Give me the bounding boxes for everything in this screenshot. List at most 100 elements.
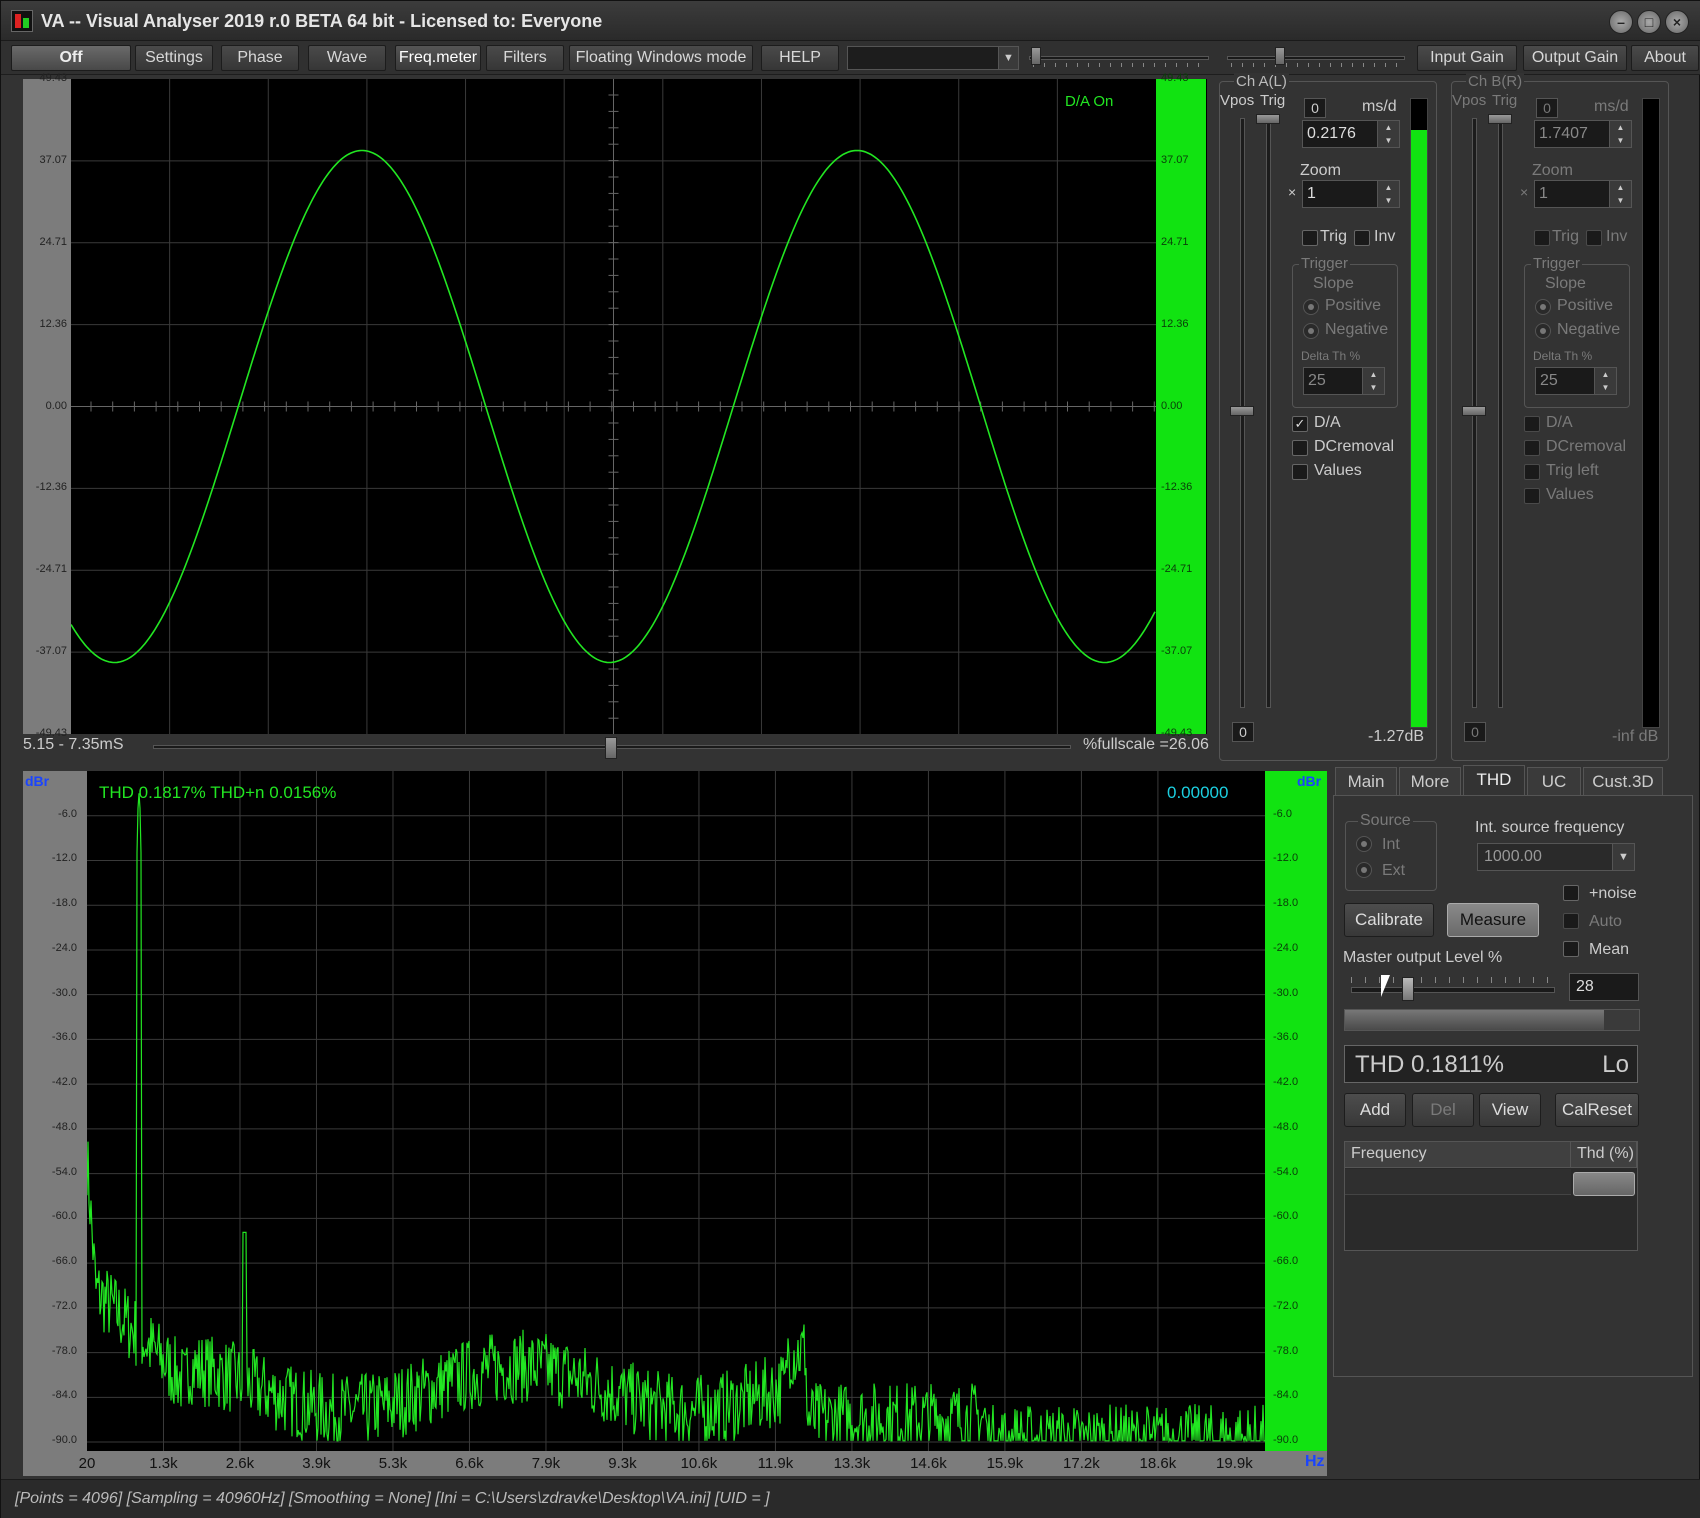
tab-thd[interactable]: THD <box>1463 765 1525 797</box>
chevron-down-icon[interactable]: ▼ <box>998 47 1018 69</box>
about-button[interactable]: About <box>1631 45 1699 71</box>
table-cell-button[interactable] <box>1573 1172 1635 1196</box>
slider-thumb[interactable] <box>1031 47 1041 65</box>
spin-down-icon[interactable]: ▼ <box>1377 194 1399 207</box>
spectrum-y-tick-left: -18.0 <box>51 897 77 910</box>
int-freq-select[interactable]: 1000.00 ▼ <box>1477 843 1635 871</box>
tab-cust3d[interactable]: Cust.3D <box>1583 767 1663 797</box>
add-button[interactable]: Add <box>1344 1093 1406 1127</box>
da-checkbox[interactable]: ✓ <box>1292 416 1308 432</box>
input-gain-button[interactable]: Input Gain <box>1417 45 1517 71</box>
negative-radio[interactable] <box>1303 323 1319 339</box>
input-gain-slider[interactable] <box>1029 47 1209 69</box>
values-checkbox[interactable] <box>1292 464 1308 480</box>
tab-main[interactable]: Main <box>1335 767 1397 797</box>
dbr-right-label: dBr <box>1297 773 1322 789</box>
ext-radio[interactable] <box>1356 862 1372 878</box>
vpos-thumb[interactable] <box>1462 406 1486 416</box>
trig-checkbox[interactable] <box>1302 230 1318 246</box>
view-button[interactable]: View <box>1479 1093 1541 1127</box>
help-button[interactable]: HELP <box>761 45 839 71</box>
trig-track[interactable] <box>1266 118 1271 708</box>
wave-button[interactable]: Wave <box>308 45 386 71</box>
zero-bottom-button[interactable]: 0 <box>1232 722 1254 742</box>
zoom-spinner[interactable]: 1 ▲ ▼ <box>1534 180 1632 208</box>
positive-radio[interactable] <box>1535 299 1551 315</box>
vpos-thumb[interactable] <box>1230 406 1254 416</box>
thd-column-header[interactable]: Thd (%) <box>1571 1142 1637 1168</box>
off-button[interactable]: Off <box>11 45 131 71</box>
output-gain-button[interactable]: Output Gain <box>1523 45 1627 71</box>
zero-button[interactable]: 0 <box>1536 98 1558 118</box>
toolbar-combo[interactable]: ▼ <box>847 46 1019 70</box>
scope-y-tick-right: 37.07 <box>1161 153 1189 166</box>
zoom-spinner[interactable]: 1 ▲ ▼ <box>1302 180 1400 208</box>
spectrum-plot[interactable] <box>87 771 1265 1451</box>
dcremoval-checkbox[interactable] <box>1292 440 1308 456</box>
floating-windows-button[interactable]: Floating Windows mode <box>569 45 753 71</box>
values-checkbox[interactable] <box>1524 488 1540 504</box>
da-checkbox[interactable] <box>1524 416 1540 432</box>
tab-more[interactable]: More <box>1399 767 1461 797</box>
calreset-button[interactable]: CalReset <box>1555 1093 1639 1127</box>
spin-up-icon[interactable]: ▲ <box>1609 181 1631 194</box>
slider-ticks <box>1231 63 1401 67</box>
dcremoval-checkbox[interactable] <box>1524 440 1540 456</box>
inv-checkbox[interactable] <box>1586 230 1602 246</box>
auto-checkbox[interactable] <box>1563 913 1579 929</box>
mean-checkbox[interactable] <box>1563 941 1579 957</box>
master-level-thumb[interactable] <box>1402 977 1414 1001</box>
spin-up-icon[interactable]: ▲ <box>1609 121 1631 134</box>
scope-plot[interactable] <box>71 79 1156 734</box>
measure-button[interactable]: Measure <box>1447 903 1539 937</box>
spectrum-x-tick: 18.6k <box>1139 1455 1177 1472</box>
filters-button[interactable]: Filters <box>486 45 564 71</box>
slider-ticks <box>1033 63 1205 67</box>
inv-checkbox[interactable] <box>1354 230 1370 246</box>
trig-track[interactable] <box>1498 118 1503 708</box>
positive-radio[interactable] <box>1303 299 1319 315</box>
spin-down-icon[interactable]: ▼ <box>1594 381 1616 394</box>
scope-scroll-thumb[interactable] <box>605 737 617 759</box>
close-button[interactable]: × <box>1665 10 1689 34</box>
trig-left-checkbox[interactable] <box>1524 464 1540 480</box>
spin-down-icon[interactable]: ▼ <box>1377 134 1399 147</box>
spin-down-icon[interactable]: ▼ <box>1362 381 1384 394</box>
delta-th-spinner[interactable]: 25 ▲ ▼ <box>1303 367 1385 395</box>
settings-button[interactable]: Settings <box>135 45 213 71</box>
zero-bottom-button[interactable]: 0 <box>1464 722 1486 742</box>
spin-down-icon[interactable]: ▼ <box>1609 134 1631 147</box>
trig-check-label: Trig <box>1320 228 1347 245</box>
maximize-button[interactable]: □ <box>1637 10 1661 34</box>
table-row[interactable] <box>1345 1169 1571 1195</box>
slider-thumb[interactable] <box>1275 47 1285 65</box>
noise-checkbox[interactable] <box>1563 885 1579 901</box>
master-level-input[interactable]: 28 <box>1569 973 1639 1001</box>
spin-up-icon[interactable]: ▲ <box>1377 121 1399 134</box>
calibrate-button[interactable]: Calibrate <box>1344 903 1434 937</box>
delta-th-spinner[interactable]: 25 ▲ ▼ <box>1535 367 1617 395</box>
frequency-column-header[interactable]: Frequency <box>1345 1142 1571 1168</box>
spin-up-icon[interactable]: ▲ <box>1594 368 1616 381</box>
zero-button[interactable]: 0 <box>1304 98 1326 118</box>
tab-uc[interactable]: UC <box>1527 767 1581 797</box>
minimize-button[interactable]: – <box>1609 10 1633 34</box>
freqmeter-button[interactable]: Freq.meter <box>395 45 481 71</box>
spin-down-icon[interactable]: ▼ <box>1609 194 1631 207</box>
trig-checkbox[interactable] <box>1534 230 1550 246</box>
thd-table[interactable]: Frequency Thd (%) <box>1344 1141 1638 1251</box>
del-button[interactable]: Del <box>1412 1093 1474 1127</box>
output-gain-slider[interactable] <box>1227 47 1405 69</box>
phase-button[interactable]: Phase <box>221 45 299 71</box>
msd-spinner[interactable]: 1.7407 ▲ ▼ <box>1534 120 1632 148</box>
chevron-down-icon[interactable]: ▼ <box>1612 844 1634 870</box>
int-radio[interactable] <box>1356 836 1372 852</box>
trig-thumb[interactable] <box>1256 114 1280 124</box>
negative-radio[interactable] <box>1535 323 1551 339</box>
spin-up-icon[interactable]: ▲ <box>1377 181 1399 194</box>
scope-y-tick-right: 49.43 <box>1161 72 1189 84</box>
msd-spinner[interactable]: 0.2176 ▲ ▼ <box>1302 120 1400 148</box>
trig-thumb[interactable] <box>1488 114 1512 124</box>
spectrum-y-tick-right: -24.0 <box>1273 941 1299 954</box>
spin-up-icon[interactable]: ▲ <box>1362 368 1384 381</box>
